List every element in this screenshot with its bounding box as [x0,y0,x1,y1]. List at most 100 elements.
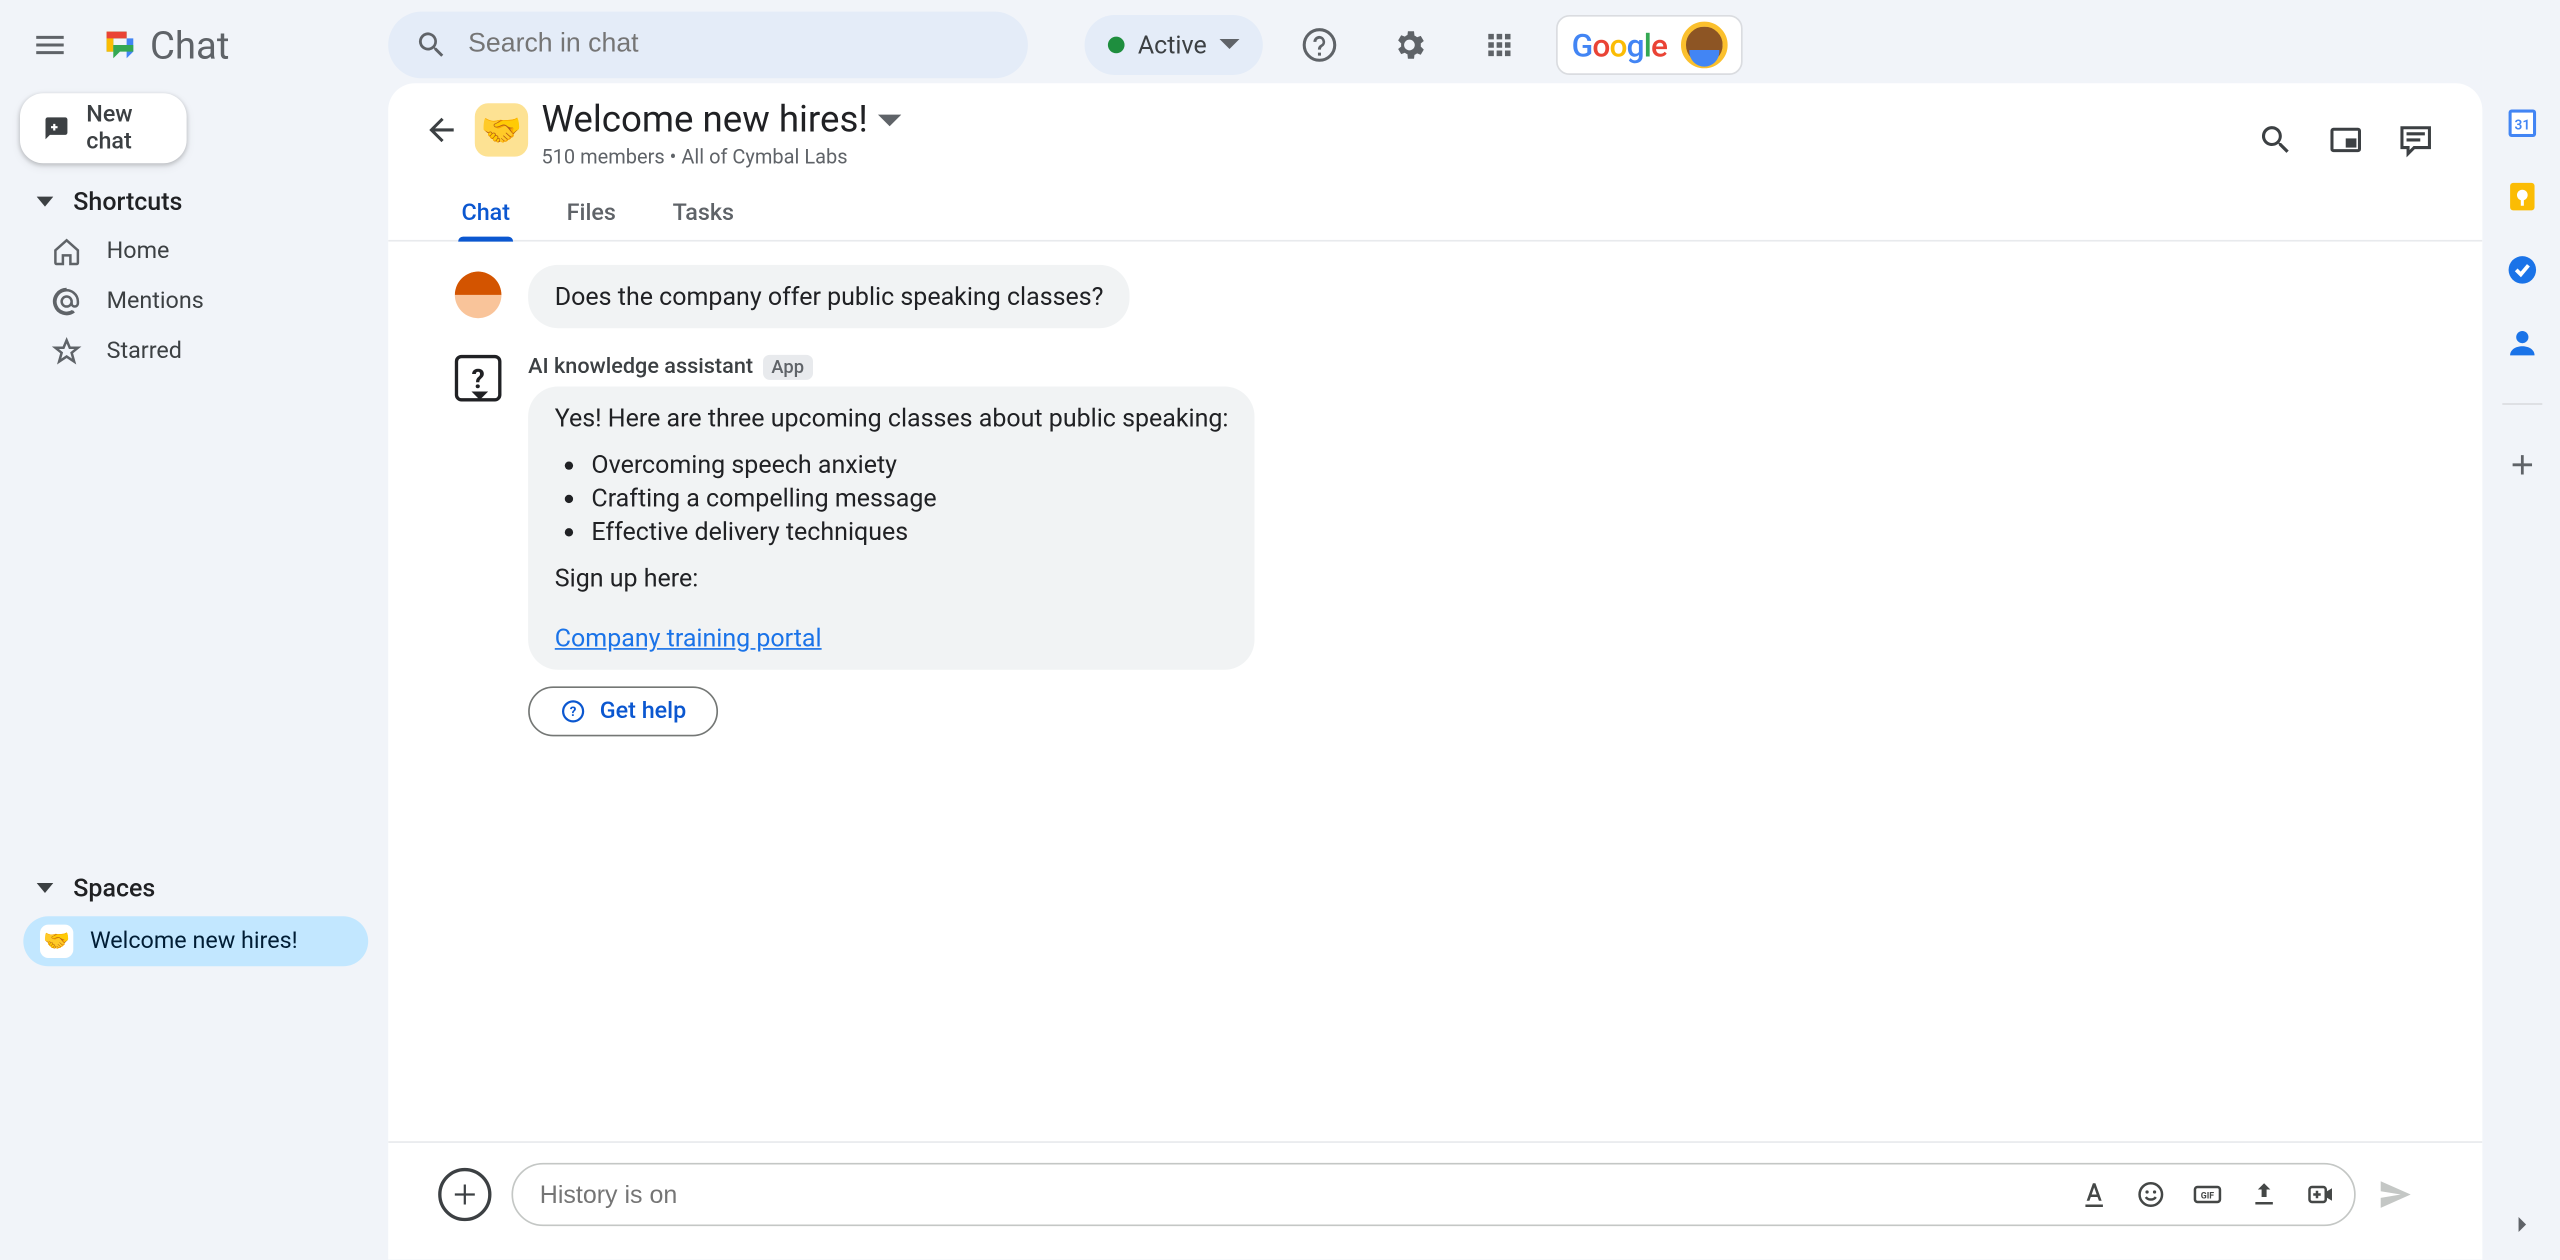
picture-in-picture-icon [2327,122,2364,159]
back-button[interactable] [412,100,472,160]
bot-class-list: Overcoming speech anxiety Crafting a com… [591,450,1228,547]
message-row-user: Does the company offer public speaking c… [455,265,2443,328]
keep-app-button[interactable] [2502,177,2542,217]
status-label: Active [1138,30,1207,60]
bot-intro: Yes! Here are three upcoming classes abo… [555,403,1229,433]
plus-icon [2506,448,2539,481]
new-chat-button[interactable]: New chat [20,93,187,163]
expand-side-panel-button[interactable] [2507,1210,2537,1240]
user-avatar[interactable] [1680,22,1727,69]
format-text-button[interactable] [2071,1171,2118,1218]
rail-divider [2502,403,2542,405]
caret-down-icon [37,193,54,210]
get-help-label: Get help [600,698,686,725]
settings-button[interactable] [1377,12,1444,79]
help-circle-icon: ? [560,698,587,725]
at-icon [50,287,83,317]
bot-avatar-icon: ? [455,355,502,402]
bot-name: AI knowledge assistant [528,355,753,380]
person-icon [2504,325,2541,362]
composer-input[interactable] [540,1180,2071,1208]
message-composer[interactable]: GIF [511,1163,2355,1226]
send-button[interactable] [2376,1175,2416,1215]
app-name: Chat [150,22,229,67]
nav-label: Starred [107,338,182,365]
user-message-avatar [455,272,502,319]
app-logo[interactable]: Chat [100,22,229,67]
search-input[interactable] [468,30,1001,60]
bot-message-bubble: Yes! Here are three upcoming classes abo… [528,387,1255,670]
space-subtitle: 510 members • All of Cymbal Labs [541,145,901,168]
tasks-app-button[interactable] [2502,250,2542,290]
svg-text:GIF: GIF [2201,1191,2215,1201]
training-portal-link[interactable]: Company training portal [555,623,822,653]
tab-chat[interactable]: Chat [455,187,517,240]
list-item: Effective delivery techniques [591,516,1228,546]
get-help-button[interactable]: ? Get help [528,686,718,736]
message-thread[interactable]: Does the company offer public speaking c… [388,242,2482,1142]
home-icon [50,237,83,267]
meet-button[interactable] [2297,1171,2344,1218]
google-account-chip[interactable]: Google [1557,15,1742,75]
gear-icon [1392,27,1429,64]
list-item: Overcoming speech anxiety [591,450,1228,480]
hamburger-icon [32,27,69,64]
star-icon [50,337,83,367]
plus-icon [451,1181,478,1208]
gif-button[interactable]: GIF [2184,1171,2231,1218]
sidebar-item-starred[interactable]: Starred [0,327,355,377]
composer-area: GIF [388,1141,2482,1259]
video-add-icon [2306,1180,2336,1210]
new-chat-label: New chat [86,102,163,155]
thread-toggle-button[interactable] [2382,107,2449,174]
status-dot-icon [1108,37,1125,54]
tab-files[interactable]: Files [560,187,623,240]
main-menu-button[interactable] [17,12,84,79]
upload-icon [2249,1180,2279,1210]
conversation-panel: 🤝 Welcome new hires! 510 members • All o… [388,83,2482,1259]
user-message-bubble: Does the company offer public speaking c… [528,265,1130,328]
space-title: Welcome new hires! [541,100,867,142]
sidebar-item-mentions[interactable]: Mentions [0,277,355,327]
pip-button[interactable] [2312,107,2379,174]
chevron-down-icon [1220,35,1240,55]
caret-down-icon [37,880,54,897]
calendar-app-button[interactable]: 31 [2502,103,2542,143]
chat-logo-icon [100,25,140,65]
tab-tasks[interactable]: Tasks [666,187,741,240]
tabs: Chat Files Tasks [388,187,2482,242]
apps-button[interactable] [1467,12,1534,79]
emoji-icon [2136,1180,2166,1210]
right-side-panel: 31 [2486,0,2559,1259]
upload-button[interactable] [2241,1171,2288,1218]
spaces-section: Spaces 🤝 Welcome new hires! [0,850,388,970]
help-button[interactable] [1287,12,1354,79]
spaces-header[interactable]: Spaces [0,850,388,913]
calendar-icon: 31 [2504,105,2541,142]
space-item-welcome-new-hires[interactable]: 🤝 Welcome new hires! [23,916,368,966]
space-avatar: 🤝 [475,103,528,156]
main-column: Active Google 🤝 Welcome new hires! [388,0,2485,1259]
composer-icons: GIF [2071,1171,2344,1218]
bot-signup-text: Sign up here: [555,563,1229,593]
status-chip[interactable]: Active [1085,15,1264,75]
sidebar-item-home[interactable]: Home [0,227,355,277]
emoji-button[interactable] [2127,1171,2174,1218]
space-title-button[interactable]: Welcome new hires! [541,100,901,142]
add-attachment-button[interactable] [438,1168,491,1221]
search-icon [415,28,448,61]
search-box[interactable] [388,12,1028,79]
keep-icon [2504,178,2541,215]
contacts-app-button[interactable] [2502,323,2542,363]
search-in-space-button[interactable] [2242,107,2309,174]
app-badge: App [763,355,812,380]
svg-text:?: ? [570,705,577,720]
shortcuts-header[interactable]: Shortcuts [0,163,388,226]
tasks-icon [2504,252,2541,289]
left-sidebar: Chat New chat Shortcuts Home Mentions St… [0,0,388,1259]
add-addon-button[interactable] [2502,445,2542,485]
search-icon [2257,122,2294,159]
help-icon [1302,27,1339,64]
new-chat-icon [43,112,69,145]
svg-text:31: 31 [2514,117,2530,133]
